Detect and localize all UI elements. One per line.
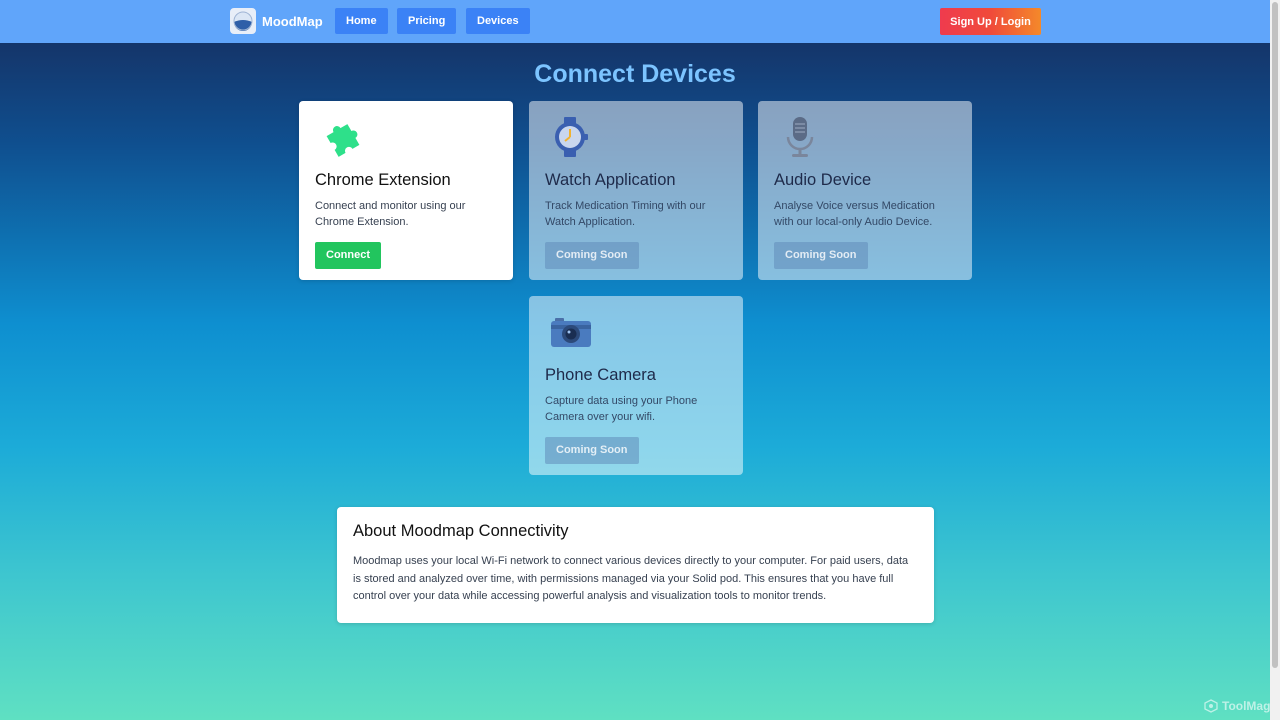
brand-name: MoodMap bbox=[262, 13, 323, 29]
audio-device-card: Audio Device Analyse Voice versus Medica… bbox=[758, 101, 972, 280]
moodmap-logo-icon bbox=[230, 8, 256, 34]
card-description: Capture data using your Phone Camera ove… bbox=[545, 395, 698, 423]
top-nav-bar: MoodMap Home Pricing Devices Sign Up / L… bbox=[0, 0, 1270, 43]
card-title: Watch Application bbox=[545, 171, 676, 189]
coming-soon-button[interactable]: Coming Soon bbox=[545, 437, 639, 464]
watermark-text: ToolMage bbox=[1222, 699, 1278, 713]
watch-icon bbox=[549, 115, 593, 159]
microphone-icon bbox=[778, 115, 822, 159]
nav-pricing-button[interactable]: Pricing bbox=[397, 8, 457, 34]
page-title: Connect Devices bbox=[534, 60, 736, 88]
card-title: Audio Device bbox=[774, 171, 872, 189]
coming-soon-button[interactable]: Coming Soon bbox=[774, 242, 868, 269]
card-description: Track Medication Timing with our Watch A… bbox=[545, 200, 706, 228]
about-title: About Moodmap Connectivity bbox=[353, 522, 569, 540]
puzzle-icon bbox=[319, 115, 363, 159]
scrollbar[interactable] bbox=[1270, 0, 1280, 720]
nav-home-button[interactable]: Home bbox=[335, 8, 388, 34]
watermark: ToolMage bbox=[1204, 699, 1277, 713]
about-section: About Moodmap Connectivity Moodmap uses … bbox=[337, 507, 934, 623]
card-description: Connect and monitor using our Chrome Ext… bbox=[315, 200, 466, 228]
scrollbar-thumb[interactable] bbox=[1272, 2, 1278, 668]
card-title: Chrome Extension bbox=[315, 171, 451, 189]
connect-button[interactable]: Connect bbox=[315, 242, 381, 269]
coming-soon-button[interactable]: Coming Soon bbox=[545, 242, 639, 269]
card-title: Phone Camera bbox=[545, 366, 656, 384]
brand[interactable]: MoodMap bbox=[230, 8, 323, 34]
card-description: Analyse Voice versus Medication with our… bbox=[774, 200, 935, 228]
chrome-extension-card: Chrome Extension Connect and monitor usi… bbox=[299, 101, 513, 280]
nav-devices-button[interactable]: Devices bbox=[466, 8, 530, 34]
toolmage-logo-icon bbox=[1204, 699, 1218, 713]
camera-icon bbox=[549, 310, 593, 354]
phone-camera-card: Phone Camera Capture data using your Pho… bbox=[529, 296, 743, 475]
watch-application-card: Watch Application Track Medication Timin… bbox=[529, 101, 743, 280]
signup-login-button[interactable]: Sign Up / Login bbox=[940, 8, 1041, 35]
about-body: Moodmap uses your local Wi-Fi network to… bbox=[353, 555, 909, 602]
